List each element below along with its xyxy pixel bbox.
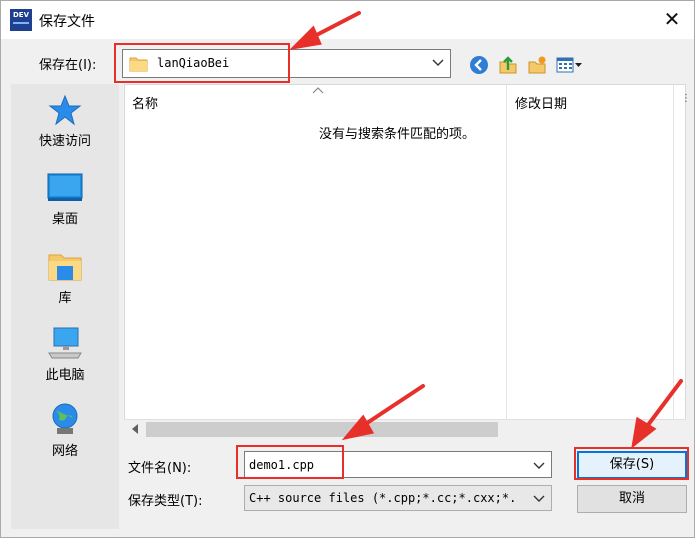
window-title: 保存文件 — [39, 14, 95, 30]
dev-cpp-app-icon: DEV — [10, 9, 32, 31]
place-label: 网络 — [51, 444, 78, 459]
back-icon[interactable] — [469, 55, 489, 75]
place-library[interactable]: 库 — [11, 249, 119, 306]
place-label: 库 — [58, 291, 72, 306]
computer-icon — [48, 327, 82, 359]
place-network[interactable]: 网络 — [11, 402, 119, 459]
view-menu-icon[interactable] — [556, 55, 582, 75]
chevron-down-icon[interactable] — [533, 458, 545, 472]
filename-label: 文件名(N): — [128, 461, 192, 476]
app-icon-text: DEV — [12, 11, 29, 19]
save-file-dialog: DEV 保存文件 ✕ 保存在(I): lanQiaoBei 快速访问 桌面 库 … — [0, 0, 695, 538]
filetype-value: C++ source files (*.cpp;*.cc;*.cxx;*. — [249, 491, 517, 505]
column-separator[interactable] — [673, 85, 674, 422]
place-label: 此电脑 — [45, 368, 85, 383]
horizontal-scrollbar[interactable] — [124, 419, 686, 438]
new-folder-icon[interactable] — [527, 55, 547, 75]
column-header-name[interactable]: 名称 — [132, 85, 502, 115]
library-icon — [48, 254, 82, 281]
chevron-down-icon[interactable] — [533, 491, 545, 505]
app-icon-bar — [13, 22, 29, 24]
cancel-button[interactable]: 取消 — [577, 485, 687, 513]
location-highlight-box — [114, 43, 290, 83]
chevron-down-icon[interactable] — [432, 55, 444, 69]
title-bar: DEV 保存文件 ✕ — [1, 1, 694, 39]
place-quick-access[interactable]: 快速访问 — [11, 94, 119, 149]
filename-highlight-box — [236, 445, 344, 479]
filetype-label: 保存类型(T): — [128, 494, 203, 509]
column-header-more[interactable]: ⋮ — [681, 85, 691, 115]
network-icon — [52, 403, 78, 434]
save-in-label: 保存在(I): — [39, 58, 97, 73]
close-icon[interactable]: ✕ — [660, 7, 684, 31]
desktop-icon — [47, 173, 83, 201]
column-separator[interactable] — [506, 85, 507, 422]
file-list[interactable]: 名称 修改日期 ⋮ 没有与搜索条件匹配的项。 — [124, 84, 691, 422]
scrollbar-thumb[interactable] — [146, 422, 498, 437]
empty-results-message: 没有与搜索条件匹配的项。 — [319, 127, 476, 142]
column-header-date[interactable]: 修改日期 — [515, 85, 665, 115]
up-folder-icon[interactable] — [498, 55, 518, 75]
place-label: 桌面 — [51, 212, 78, 227]
save-button-highlight-box — [574, 447, 689, 480]
star-icon — [48, 94, 82, 126]
place-this-pc[interactable]: 此电脑 — [11, 326, 119, 383]
place-desktop[interactable]: 桌面 — [11, 172, 119, 227]
place-label: 快速访问 — [38, 134, 91, 149]
scroll-left-icon[interactable] — [131, 424, 139, 434]
navigation-toolbar — [469, 53, 582, 77]
filetype-dropdown[interactable]: C++ source files (*.cpp;*.cc;*.cxx;*. — [244, 485, 552, 511]
places-bar: 快速访问 桌面 库 此电脑 网络 — [11, 84, 119, 529]
